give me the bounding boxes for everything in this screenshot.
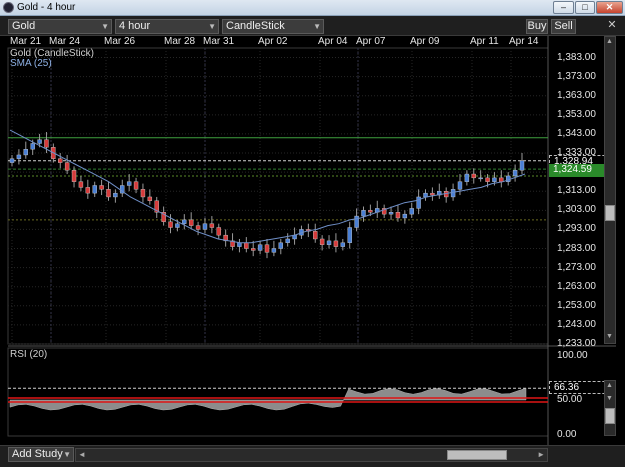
candle <box>492 177 497 182</box>
candle <box>464 173 470 182</box>
scroll-up-icon[interactable]: ▲ <box>606 382 613 389</box>
candle <box>333 240 339 247</box>
candle <box>485 177 490 182</box>
candle <box>106 189 111 198</box>
candle <box>202 223 208 230</box>
candle <box>58 158 63 163</box>
candle <box>251 248 256 251</box>
scroll-right-icon[interactable]: ► <box>537 449 545 461</box>
candle <box>175 223 180 228</box>
candle <box>9 158 15 163</box>
candle <box>209 223 215 228</box>
rsi-legend: RSI (20) <box>10 349 48 360</box>
candle <box>430 192 435 196</box>
candle <box>409 208 414 215</box>
scroll-down-icon[interactable]: ▼ <box>606 395 613 402</box>
candle <box>278 242 283 249</box>
candle <box>354 215 359 228</box>
candle <box>168 221 173 228</box>
candle <box>326 240 332 245</box>
price-tick-label: 1,383.00 <box>557 51 596 63</box>
scroll-thumb[interactable] <box>605 408 615 424</box>
candle <box>237 242 242 247</box>
candle <box>23 149 28 156</box>
candle <box>423 192 428 198</box>
candle <box>264 244 270 253</box>
candle <box>133 181 139 190</box>
candle <box>388 212 394 215</box>
price-tick-label: 1,253.00 <box>557 299 596 311</box>
candle <box>499 177 504 182</box>
candle <box>182 219 187 224</box>
price-tick-label: 1,273.00 <box>557 261 596 273</box>
scroll-thumb[interactable] <box>605 205 615 221</box>
candle <box>478 177 483 180</box>
price-tick-label: 1,353.00 <box>557 108 596 120</box>
rsi-tick-label: 0.00 <box>557 429 577 440</box>
candle <box>395 212 401 219</box>
candle <box>147 196 153 201</box>
candle <box>347 227 352 243</box>
candle <box>368 210 373 213</box>
candle <box>85 187 91 194</box>
price-tick-label: 1,363.00 <box>557 89 596 101</box>
price-tick-label: 1,373.00 <box>557 70 596 82</box>
bottom-bar: Add Study ▼ ◄ ► <box>0 445 625 467</box>
candle <box>92 185 97 194</box>
candle <box>471 173 476 179</box>
candle <box>319 238 325 245</box>
rsi-panel <box>7 347 549 437</box>
candle <box>188 219 194 226</box>
price-tick-label: 1,303.00 <box>557 204 596 216</box>
candle <box>450 189 456 198</box>
price-tick-label: 1,293.00 <box>557 223 596 235</box>
candle <box>519 160 525 171</box>
candle <box>113 192 118 198</box>
rsi-tick-label: 100.00 <box>557 350 588 361</box>
candle <box>140 189 146 198</box>
candle <box>37 139 42 144</box>
candle <box>271 248 277 253</box>
candle <box>30 143 35 150</box>
add-study-label: Add Study <box>12 448 63 460</box>
chevron-down-icon: ▼ <box>63 450 71 459</box>
candle <box>126 181 132 186</box>
candle <box>99 185 104 190</box>
candle <box>244 242 249 249</box>
candle <box>44 139 49 148</box>
scroll-left-icon[interactable]: ◄ <box>78 449 86 461</box>
candle <box>216 227 221 236</box>
candle <box>78 181 84 188</box>
candle <box>457 181 463 190</box>
price-scrollbar[interactable]: ▲ ▼ <box>604 36 616 344</box>
price-tick-label: 1,243.00 <box>557 318 596 330</box>
chart-canvas[interactable] <box>0 0 625 467</box>
price-tick-label: 1,343.00 <box>557 127 596 139</box>
price-tick-label: 1,283.00 <box>557 242 596 254</box>
candle <box>195 225 201 230</box>
price-tick-label: 1,313.00 <box>557 185 596 197</box>
price-tick-label: 1,233.00 <box>557 338 596 349</box>
price-tick-label: 1,263.00 <box>557 280 596 292</box>
sma-legend: SMA (25) <box>10 58 52 69</box>
scroll-up-icon[interactable]: ▲ <box>606 38 614 47</box>
candle <box>71 170 77 182</box>
candle <box>340 242 346 247</box>
scroll-thumb[interactable] <box>447 450 507 460</box>
candle <box>402 213 408 219</box>
price-panel <box>7 47 549 345</box>
add-study-dropdown[interactable]: Add Study ▼ <box>8 447 74 462</box>
candle <box>361 210 366 217</box>
candle <box>285 238 290 243</box>
candle <box>257 244 263 251</box>
time-scrollbar[interactable]: ◄ ► <box>75 448 548 462</box>
rsi-scrollbar[interactable]: ▲ ▼ <box>604 380 616 436</box>
candle <box>16 154 22 159</box>
candle <box>512 170 518 177</box>
candle <box>313 231 318 240</box>
rsi-tick-label: 50.00 <box>557 394 583 405</box>
scroll-down-icon[interactable]: ▼ <box>606 333 614 342</box>
candle <box>416 196 421 209</box>
candle <box>64 162 70 171</box>
